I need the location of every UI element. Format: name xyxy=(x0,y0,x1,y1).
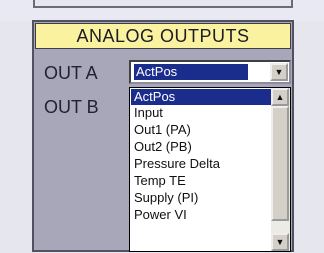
dropdown-option-supply-pi[interactable]: Supply (PI) xyxy=(131,190,271,206)
out-a-label: OUT A xyxy=(44,63,98,83)
scroll-up-icon[interactable]: ▲ xyxy=(271,88,289,106)
dropdown-option-temp-te[interactable]: Temp TE xyxy=(131,173,271,189)
out-a-select[interactable]: ActPos ▼ xyxy=(129,60,291,84)
dropdown-option-actpos[interactable]: ActPos xyxy=(131,89,271,105)
panel-title: ANALOG OUTPUTS xyxy=(35,23,291,49)
upper-panel-edge xyxy=(33,0,293,8)
out-b-label: OUT B xyxy=(44,97,99,117)
scroll-down-icon[interactable]: ▼ xyxy=(271,233,289,251)
dropdown-option-out2-pb[interactable]: Out2 (PB) xyxy=(131,139,271,155)
out-a-selected-value: ActPos xyxy=(133,63,249,81)
chevron-down-icon[interactable]: ▼ xyxy=(270,63,288,81)
dropdown-option-out1-pa[interactable]: Out1 (PA) xyxy=(131,122,271,138)
analog-outputs-panel: ANALOG OUTPUTS OUT A OUT B ActPos ▼ ActP… xyxy=(32,20,294,252)
dropdown-option-input[interactable]: Input xyxy=(131,105,271,121)
dropdown-scrollbar[interactable]: ▲ ▼ xyxy=(271,88,290,251)
dropdown-option-pressure-delta[interactable]: Pressure Delta xyxy=(131,156,271,172)
scrollbar-thumb[interactable] xyxy=(271,106,289,221)
out-a-dropdown-list[interactable]: ActPos Input Out1 (PA) Out2 (PB) Pressur… xyxy=(129,87,291,252)
dropdown-option-power-vi[interactable]: Power VI xyxy=(131,207,271,223)
